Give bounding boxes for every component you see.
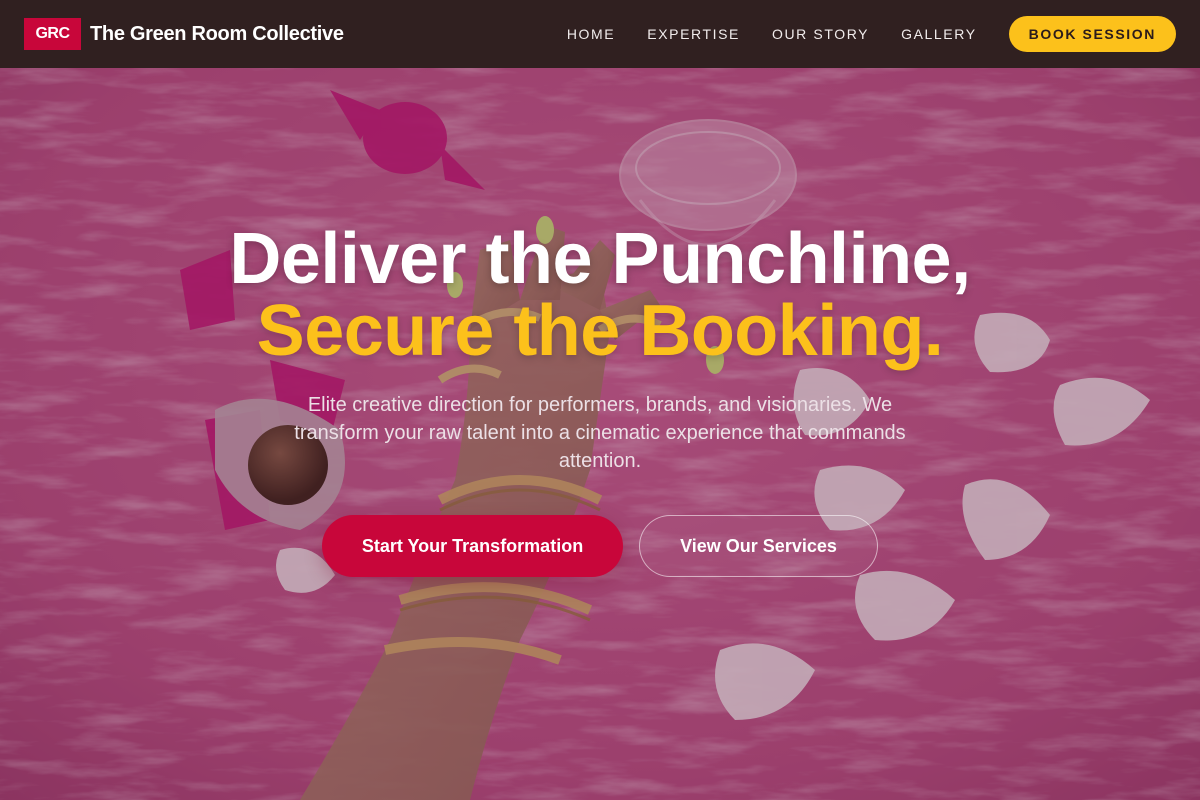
hero-content: Deliver the Punchline, Secure the Bookin… bbox=[0, 68, 1200, 800]
hero-section: Deliver the Punchline, Secure the Bookin… bbox=[0, 68, 1200, 800]
nav-links: HOME EXPERTISE OUR STORY GALLERY BOOK SE… bbox=[567, 16, 1176, 52]
brand-name[interactable]: The Green Room Collective bbox=[90, 23, 344, 46]
hero-subtext: Elite creative direction for performers,… bbox=[294, 394, 906, 472]
headline-line-1: Deliver the Punchline, bbox=[229, 219, 971, 299]
headline-line-2: Secure the Booking. bbox=[256, 291, 944, 371]
start-transformation-button[interactable]: Start Your Transformation bbox=[322, 515, 623, 577]
view-services-button[interactable]: View Our Services bbox=[639, 515, 878, 577]
nav-link-expertise[interactable]: EXPERTISE bbox=[647, 26, 740, 42]
top-navigation: GRC The Green Room Collective HOME EXPER… bbox=[0, 0, 1200, 68]
nav-link-home[interactable]: HOME bbox=[567, 26, 615, 42]
book-session-button[interactable]: BOOK SESSION bbox=[1008, 16, 1176, 52]
logo-badge[interactable]: GRC bbox=[24, 18, 81, 50]
nav-link-gallery[interactable]: GALLERY bbox=[901, 26, 977, 42]
nav-link-our-story[interactable]: OUR STORY bbox=[772, 26, 869, 42]
